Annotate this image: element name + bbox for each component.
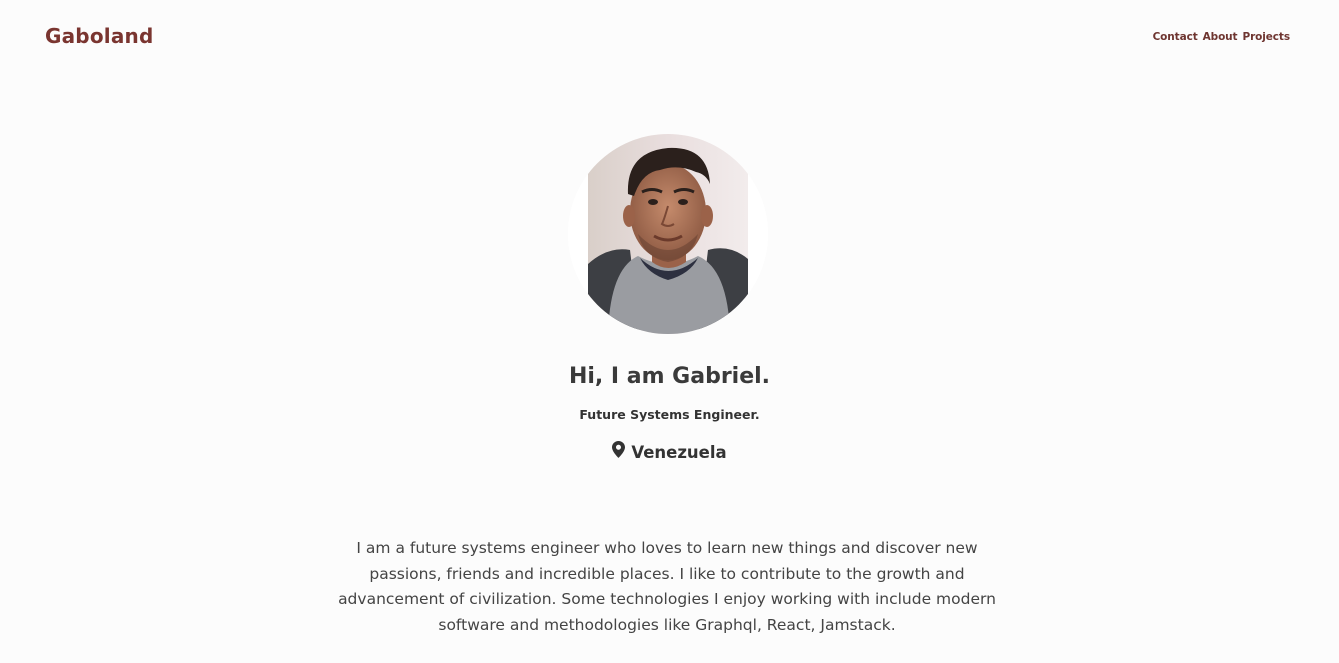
avatar-photo [568, 134, 768, 334]
top-nav: Contact About Projects [1153, 31, 1291, 43]
nav-link-contact[interactable]: Contact [1153, 31, 1198, 43]
location-label: Venezuela [631, 442, 727, 462]
location: Venezuela [0, 441, 1339, 463]
greeting-heading: Hi, I am Gabriel. [568, 364, 771, 389]
subtitle: Future Systems Engineer. [579, 407, 760, 422]
nav-link-about[interactable]: About [1203, 31, 1238, 43]
nav-link-projects[interactable]: Projects [1242, 31, 1290, 43]
map-pin-icon [612, 441, 626, 463]
avatar [568, 134, 768, 334]
bio-paragraph: I am a future systems engineer who loves… [338, 539, 996, 634]
brand-logo[interactable]: Gaboland [45, 24, 153, 48]
